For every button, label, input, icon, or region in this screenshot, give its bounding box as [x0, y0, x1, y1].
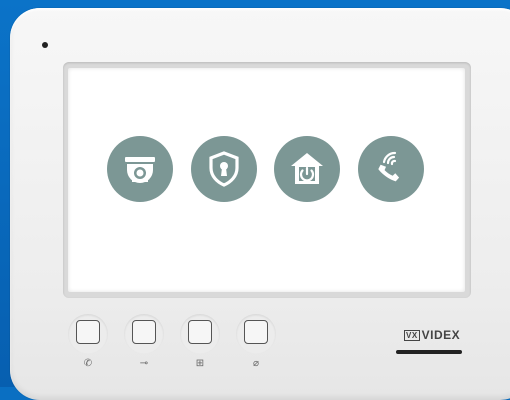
brand-logo: VX VIDEX — [404, 328, 460, 342]
call-icon: ✆ — [83, 358, 93, 369]
camera-dome-icon[interactable] — [107, 136, 173, 202]
front-camera-lens — [42, 42, 48, 48]
mute-button-face[interactable] — [244, 320, 268, 344]
home-power-icon[interactable] — [274, 136, 340, 202]
phone-signal-icon[interactable] — [358, 136, 424, 202]
menu-button[interactable] — [180, 314, 220, 354]
mute-button[interactable] — [236, 314, 276, 354]
door-release-button-face[interactable] — [132, 320, 156, 344]
brand-mark: VX — [404, 330, 420, 341]
mute-icon: ⌀ — [252, 358, 260, 369]
key-icon: ⊸ — [139, 358, 149, 369]
menu-button-face[interactable] — [188, 320, 212, 344]
call-button-face[interactable] — [76, 320, 100, 344]
shield-keyhole-icon[interactable] — [191, 136, 257, 202]
brand-name: VIDEX — [421, 328, 461, 342]
status-led-bar — [396, 350, 462, 354]
door-release-button[interactable] — [124, 314, 164, 354]
call-button[interactable] — [68, 314, 108, 354]
grid-icon: ⊞ — [195, 358, 205, 369]
